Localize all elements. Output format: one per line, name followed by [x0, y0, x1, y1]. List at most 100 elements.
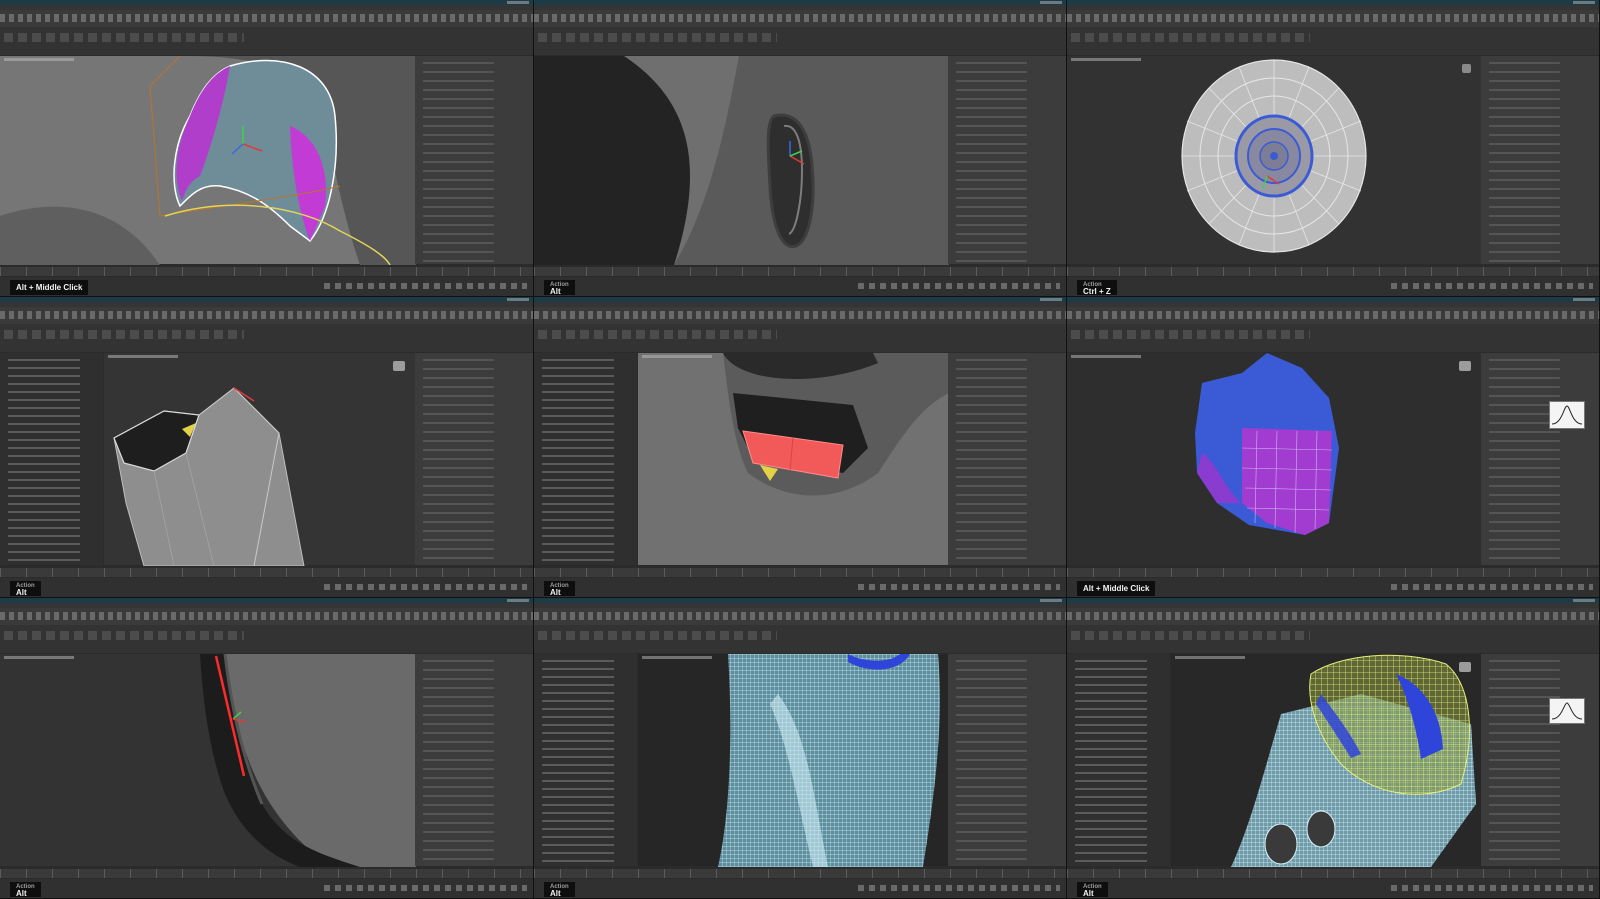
command-panel[interactable] — [1481, 654, 1599, 866]
ribbon[interactable] — [0, 324, 533, 352]
keystroke-label: Alt — [16, 889, 27, 898]
main-toolbar[interactable] — [1067, 307, 1599, 324]
command-panel[interactable] — [1481, 56, 1599, 264]
time-slider[interactable] — [0, 568, 533, 577]
viewport[interactable] — [0, 56, 416, 265]
ribbon[interactable] — [1067, 27, 1599, 55]
time-slider[interactable] — [534, 267, 1066, 276]
keystroke-label: Alt — [550, 588, 561, 597]
keystroke-label: Alt — [1083, 889, 1094, 898]
viewport-art — [0, 56, 416, 265]
ribbon[interactable] — [1067, 324, 1599, 352]
viewport[interactable] — [1171, 654, 1481, 867]
main-toolbar[interactable] — [0, 608, 533, 625]
keystroke-overlay: Action Ctrl + Z — [1077, 280, 1117, 296]
panel-7: Action Alt — [0, 598, 534, 899]
time-slider[interactable] — [1067, 568, 1599, 577]
scene-shape-dark — [534, 56, 690, 265]
scene-explorer[interactable] — [1067, 654, 1170, 866]
main-toolbar[interactable] — [0, 10, 533, 27]
status-bar — [1067, 277, 1599, 296]
status-bar — [1067, 879, 1599, 898]
keystroke-label: Alt + Middle Click — [1083, 584, 1150, 593]
keystroke-label: Alt + Middle Click — [16, 283, 83, 292]
main-toolbar[interactable] — [534, 307, 1066, 324]
keystroke-overlay: Action Alt — [1077, 882, 1108, 898]
scene-explorer[interactable] — [534, 353, 637, 565]
ribbon[interactable] — [534, 625, 1066, 653]
viewport-art — [1231, 654, 1476, 867]
wire-hole — [1264, 823, 1298, 865]
scene-shape-arm — [0, 206, 160, 265]
viewport[interactable] — [104, 353, 415, 566]
scene-explorer[interactable] — [0, 353, 103, 565]
command-panel[interactable] — [415, 353, 533, 565]
keystroke-overlay: Action Alt — [10, 882, 41, 898]
keystroke-overlay: Action Alt — [544, 280, 575, 296]
status-bar — [534, 277, 1066, 296]
curve-graph[interactable] — [1549, 698, 1585, 724]
time-slider[interactable] — [534, 869, 1066, 878]
falloff-curve-icon — [1551, 405, 1583, 425]
ribbon[interactable] — [0, 625, 533, 653]
command-panel[interactable] — [948, 56, 1066, 264]
main-toolbar[interactable] — [1067, 608, 1599, 625]
keystroke-overlay: Action Alt — [544, 581, 575, 597]
cylinder-cap — [1181, 59, 1367, 253]
command-panel[interactable] — [1481, 353, 1599, 565]
panel-1: Alt + Middle Click — [0, 0, 534, 297]
main-toolbar[interactable] — [1067, 10, 1599, 27]
status-bar — [0, 879, 533, 898]
viewport[interactable] — [0, 654, 416, 867]
armor-slot — [766, 113, 815, 249]
keystroke-overlay: Alt + Middle Click — [10, 280, 89, 295]
ribbon[interactable] — [1067, 625, 1599, 653]
viewport[interactable] — [1067, 353, 1481, 565]
command-panel[interactable] — [415, 654, 533, 866]
scene-explorer[interactable] — [534, 654, 637, 866]
ribbon[interactable] — [0, 27, 533, 55]
status-bar — [0, 578, 533, 597]
command-panel[interactable] — [948, 353, 1066, 565]
main-toolbar[interactable] — [0, 307, 533, 324]
panel-8: Action Alt — [534, 598, 1067, 899]
panel-9: Action Alt — [1067, 598, 1600, 899]
keystroke-label: Ctrl + Z — [1083, 287, 1111, 296]
viewport[interactable] — [1067, 56, 1481, 264]
viewport[interactable] — [638, 353, 949, 565]
viewport[interactable] — [638, 654, 948, 867]
viewport-art — [638, 353, 949, 496]
curve-graph[interactable] — [1549, 401, 1585, 429]
boot-mesh — [113, 387, 305, 566]
ribbon[interactable] — [534, 27, 1066, 55]
time-slider[interactable] — [1067, 869, 1599, 878]
status-bar — [534, 879, 1066, 898]
time-slider[interactable] — [534, 568, 1066, 577]
viewport-art — [718, 654, 940, 867]
viewport[interactable] — [534, 56, 949, 265]
keystroke-label: Alt — [550, 889, 561, 898]
ribbon[interactable] — [534, 324, 1066, 352]
viewport-art — [1195, 353, 1339, 535]
viewport-art — [200, 654, 416, 867]
wireframe-leg — [718, 654, 940, 867]
time-slider[interactable] — [0, 267, 533, 276]
panel-5: Action Alt — [534, 297, 1067, 598]
keystroke-overlay: Action Alt — [10, 581, 41, 597]
time-slider[interactable] — [1067, 267, 1599, 276]
panel-2: Action Alt — [534, 0, 1067, 297]
viewport-art — [1181, 59, 1367, 253]
keystroke-overlay: Action Alt — [544, 882, 575, 898]
command-panel[interactable] — [948, 654, 1066, 866]
keystroke-label: Alt — [16, 588, 27, 597]
command-panel[interactable] — [415, 56, 533, 264]
viewport-art — [534, 56, 949, 265]
status-bar — [534, 578, 1066, 597]
panel-3: Action Ctrl + Z — [1067, 0, 1600, 297]
main-toolbar[interactable] — [534, 608, 1066, 625]
main-toolbar[interactable] — [534, 10, 1066, 27]
time-slider[interactable] — [0, 869, 533, 878]
keystroke-label: Alt — [550, 287, 561, 296]
falloff-curve-icon — [1551, 702, 1583, 720]
wire-hole — [1306, 810, 1336, 848]
